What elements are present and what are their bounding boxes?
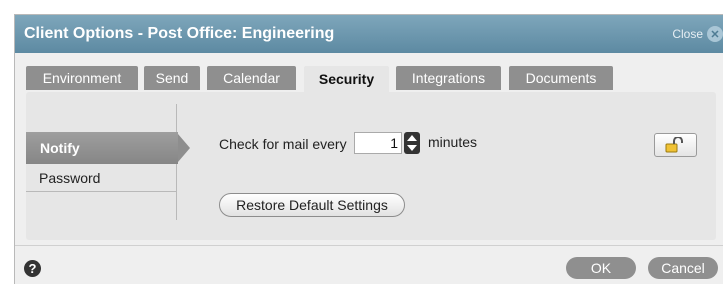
check-mail-label: Check for mail every xyxy=(219,136,347,152)
tab-integrations[interactable]: Integrations xyxy=(396,66,501,90)
stepper-up-icon[interactable] xyxy=(407,135,417,141)
tab-environment[interactable]: Environment xyxy=(26,66,138,90)
close-button[interactable]: Close ✕ xyxy=(672,24,723,44)
tab-calendar[interactable]: Calendar xyxy=(207,66,296,90)
help-icon[interactable]: ? xyxy=(24,260,41,277)
minutes-label: minutes xyxy=(428,134,478,150)
client-options-dialog: Client Options - Post Office: Engineerin… xyxy=(14,14,723,284)
nav-item-password[interactable]: Password xyxy=(26,164,176,192)
dialog-title: Client Options - Post Office: Engineerin… xyxy=(24,25,335,42)
cancel-button[interactable]: Cancel xyxy=(648,257,718,279)
lock-settings-button[interactable] xyxy=(654,133,697,157)
nav-item-notify[interactable]: Notify xyxy=(26,132,190,164)
tab-send[interactable]: Send xyxy=(144,66,200,90)
interval-stepper[interactable] xyxy=(404,132,420,154)
tab-security[interactable]: Security xyxy=(304,66,389,92)
stepper-down-icon[interactable] xyxy=(407,145,417,151)
dialog-titlebar: Client Options - Post Office: Engineerin… xyxy=(15,15,723,53)
close-icon: ✕ xyxy=(707,26,723,42)
tab-documents[interactable]: Documents xyxy=(509,66,613,90)
check-interval-input[interactable] xyxy=(354,132,402,154)
restore-default-settings-button[interactable]: Restore Default Settings xyxy=(219,193,405,217)
footer-divider xyxy=(15,245,723,246)
security-panel: Notify Password Check for mail every min… xyxy=(26,92,716,240)
ok-button[interactable]: OK xyxy=(566,257,636,279)
unlocked-padlock-icon xyxy=(665,137,683,153)
close-label: Close xyxy=(672,27,703,41)
